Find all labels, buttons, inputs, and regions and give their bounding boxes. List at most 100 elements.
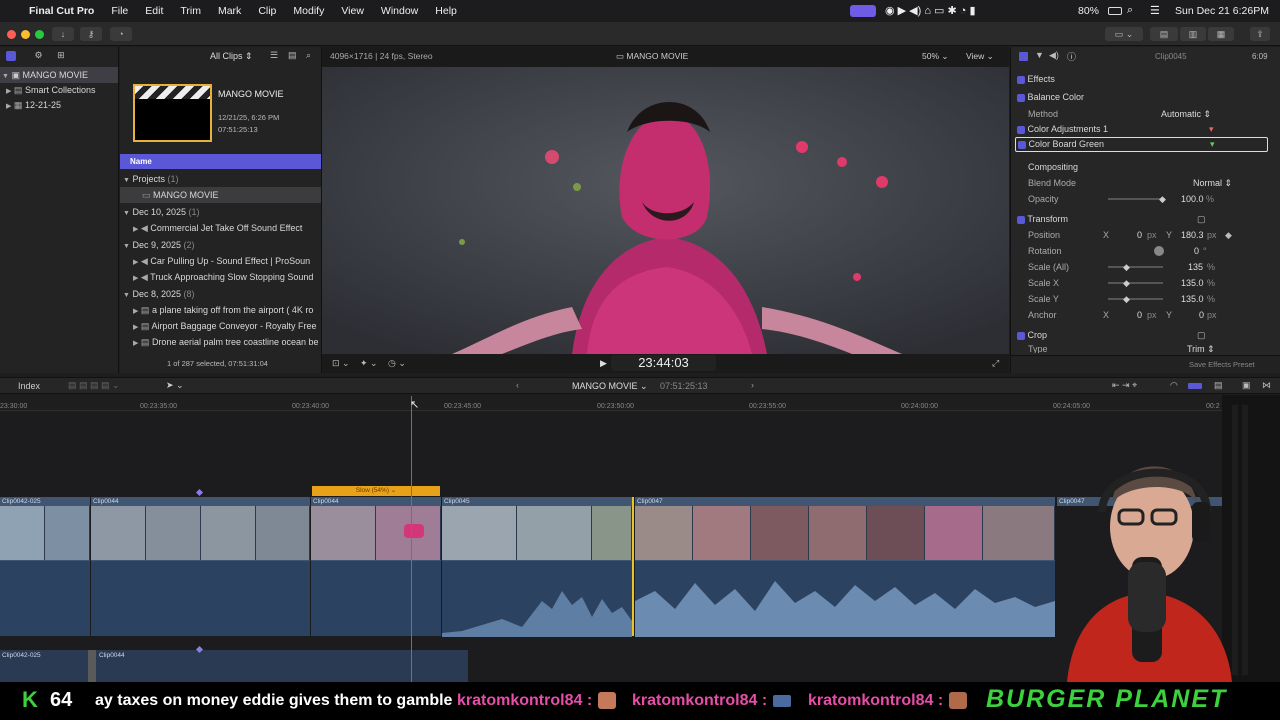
column-header-name[interactable]: Name: [120, 154, 321, 169]
color-board-checkbox[interactable]: [1018, 140, 1026, 149]
anchor-y-value[interactable]: 0: [1199, 307, 1204, 323]
clip-filter-dropdown[interactable]: All Clips ⇕: [210, 51, 253, 62]
photos-tab-icon[interactable]: ⚙: [35, 50, 43, 60]
zoom-window-button[interactable]: [35, 30, 44, 39]
select-tool-icon[interactable]: ➤ ⌄: [166, 380, 184, 391]
connect-clip-icons[interactable]: ▤ ▤ ▤ ▤ ⌄: [68, 380, 120, 391]
menu-mark[interactable]: Mark: [218, 5, 241, 17]
info-inspector-icon[interactable]: ⓘ: [1067, 50, 1076, 63]
video-clip[interactable]: [635, 506, 1055, 560]
effects-browser-icon[interactable]: ▣: [1242, 380, 1251, 391]
viewer-timecode[interactable]: 23:44:03: [611, 355, 716, 371]
show-inspector-icon[interactable]: ▦: [1208, 27, 1234, 41]
opacity-slider[interactable]: [1108, 198, 1163, 200]
transform-section[interactable]: Transform ▢: [1011, 211, 1280, 227]
method-dropdown[interactable]: Automatic ⇕: [1161, 106, 1211, 122]
index-button[interactable]: Index: [18, 381, 40, 391]
search-icon[interactable]: ⌕: [1127, 4, 1133, 17]
color-board-row[interactable]: Color Board Green ▾: [1015, 137, 1268, 152]
import-icon[interactable]: ↓: [52, 27, 74, 41]
background-tasks-icon[interactable]: ◔: [110, 27, 132, 41]
save-effects-preset-button[interactable]: Save Effects Preset: [1189, 360, 1255, 369]
menu-edit[interactable]: Edit: [145, 5, 163, 17]
slider-knob[interactable]: ◆: [1159, 191, 1166, 207]
audio-clip[interactable]: [0, 560, 90, 636]
rotation-value[interactable]: 0: [1194, 243, 1199, 259]
list-item[interactable]: ▶ ◀ Commercial Jet Take Off Sound Effect: [120, 220, 321, 236]
disclosure-closed-icon[interactable]: ▶: [133, 308, 138, 315]
library-item-mango[interactable]: ▼ ▣ MANGO MOVIE: [0, 67, 118, 83]
list-item[interactable]: ▶ ▤ a plane taking off from the airport …: [120, 302, 321, 318]
disclosure-closed-icon[interactable]: ▶: [6, 103, 11, 110]
disclosure-closed-icon[interactable]: ▶: [6, 88, 11, 95]
scale-y-slider[interactable]: [1108, 298, 1163, 300]
keyframe-icon[interactable]: ◆: [1225, 227, 1232, 243]
show-timeline-icon[interactable]: ▥: [1180, 27, 1206, 41]
timeline-ruler[interactable]: 23:30:00 00:23:35:00 00:23:40:00 00:23:4…: [0, 395, 1222, 411]
group-dec-10[interactable]: ▼ Dec 10, 2025 (1): [120, 204, 321, 220]
project-thumbnail[interactable]: [133, 84, 212, 142]
disclosure-open-icon[interactable]: ▼: [2, 73, 9, 80]
balance-color-checkbox[interactable]: [1017, 93, 1025, 102]
list-item[interactable]: ▶ ◀ Car Pulling Up - Sound Effect | ProS…: [120, 253, 321, 269]
clip-appearance-icon[interactable]: ▤: [1214, 380, 1223, 391]
timeline-project-dropdown[interactable]: MANGO MOVIE ⌄: [572, 381, 648, 392]
audio-clip[interactable]: [311, 560, 441, 636]
battery-icon[interactable]: [1108, 7, 1122, 15]
video-clip[interactable]: [0, 506, 90, 560]
slider-knob[interactable]: ◆: [1123, 275, 1130, 291]
opacity-value[interactable]: 100.0: [1181, 191, 1204, 207]
crop-type-dropdown[interactable]: Trim ⇕: [1187, 343, 1215, 353]
disclosure-closed-icon[interactable]: ▶: [133, 259, 138, 266]
library-item-event[interactable]: ▶ ▦ 12-21-25: [0, 97, 118, 113]
anchor-x-value[interactable]: 0: [1137, 307, 1142, 323]
color-wheel-icon[interactable]: ▾: [1209, 121, 1214, 137]
menu-view[interactable]: View: [341, 5, 364, 17]
keywords-icon[interactable]: ⚷: [80, 27, 102, 41]
libraries-tab-icon[interactable]: [6, 50, 16, 61]
color-adjustments-checkbox[interactable]: [1017, 125, 1025, 134]
audio-clip[interactable]: [91, 560, 310, 636]
blend-mode-dropdown[interactable]: Normal ⇕: [1193, 175, 1232, 191]
clip-appearance-icon[interactable]: ▤: [288, 50, 297, 61]
scale-x-value[interactable]: 135.0: [1181, 275, 1204, 291]
scale-y-value[interactable]: 135.0: [1181, 291, 1204, 307]
retime-bar[interactable]: Slow (54%) ⌄: [312, 486, 440, 496]
snapping-icon[interactable]: [1188, 383, 1202, 389]
disclosure-open-icon[interactable]: ▼: [123, 210, 130, 217]
list-view-icon[interactable]: ☰: [270, 50, 278, 61]
menu-modify[interactable]: Modify: [293, 5, 324, 17]
menu-file[interactable]: File: [111, 5, 128, 17]
close-window-button[interactable]: [7, 30, 16, 39]
zoom-dropdown[interactable]: 50% ⌄: [922, 51, 949, 62]
disclosure-closed-icon[interactable]: ▶: [133, 324, 138, 331]
video-clip[interactable]: [311, 506, 441, 560]
play-button[interactable]: ▶: [600, 358, 607, 369]
position-y-value[interactable]: 180.3: [1181, 227, 1204, 243]
group-dec-9[interactable]: ▼ Dec 9, 2025 (2): [120, 237, 321, 253]
screen-record-icon[interactable]: [850, 5, 876, 17]
group-dec-8[interactable]: ▼ Dec 8, 2025 (8): [120, 286, 321, 302]
disclosure-open-icon[interactable]: ▼: [123, 177, 130, 184]
disclosure-open-icon[interactable]: ▼: [123, 243, 130, 250]
transform-checkbox[interactable]: [1017, 215, 1025, 224]
menu-clip[interactable]: Clip: [258, 5, 276, 17]
list-item[interactable]: ▶ ▤ Airport Baggage Conveyor - Royalty F…: [120, 318, 321, 334]
scale-x-slider[interactable]: [1108, 282, 1163, 284]
crop-overlay-icon[interactable]: ▢: [1197, 327, 1206, 343]
speed-tool-icon[interactable]: ◷ ⌄: [388, 358, 406, 369]
menu-window[interactable]: Window: [381, 5, 418, 17]
list-item[interactable]: ▶ ▤ Drone aerial palm tree coastline oce…: [120, 334, 321, 350]
slider-knob[interactable]: ◆: [1123, 291, 1130, 307]
color-board-icon[interactable]: ▾: [1210, 138, 1215, 151]
layout-menu-icon[interactable]: ▭ ⌄: [1105, 27, 1143, 41]
clip-appearance-icons[interactable]: ⇤ ⇥ ⌖: [1112, 380, 1137, 391]
video-clip[interactable]: [91, 506, 310, 560]
color-inspector-icon[interactable]: ▼: [1035, 50, 1044, 60]
playhead[interactable]: [411, 396, 412, 682]
back-arrow-icon[interactable]: ‹: [516, 380, 519, 390]
transform-tool-icon[interactable]: ⊡ ⌄: [332, 358, 350, 369]
disclosure-open-icon[interactable]: ▼: [123, 292, 130, 299]
audio-skimming-icon[interactable]: ◠: [1170, 380, 1178, 391]
disclosure-closed-icon[interactable]: ▶: [133, 275, 138, 282]
